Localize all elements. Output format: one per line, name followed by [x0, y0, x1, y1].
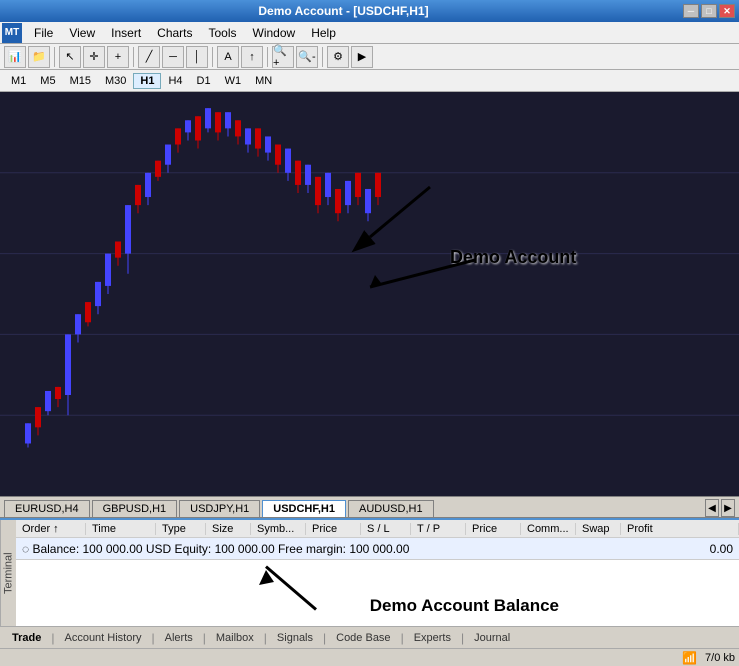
- col-profit: Profit: [621, 523, 739, 535]
- tf-m30[interactable]: M30: [98, 73, 133, 89]
- chart-tab-prev[interactable]: ◀: [705, 499, 719, 517]
- tab-alerts[interactable]: Alerts: [157, 630, 201, 646]
- chart-tabs: EURUSD,H4 GBPUSD,H1 USDJPY,H1 USDCHF,H1 …: [0, 496, 739, 518]
- col-swap: Swap: [576, 523, 621, 535]
- menu-tools[interactable]: Tools: [201, 24, 245, 42]
- tab-account-history[interactable]: Account History: [56, 630, 149, 646]
- toolbar-sep-3: [212, 47, 213, 67]
- window-title: Demo Account - [USDCHF,H1]: [4, 4, 683, 18]
- vline-btn[interactable]: │: [186, 46, 208, 68]
- terminal-content: Order ↑ Time Type Size Symb... Price S /…: [16, 520, 739, 626]
- line-tool-btn[interactable]: ╱: [138, 46, 160, 68]
- window-controls: ─ □ ✕: [683, 4, 735, 18]
- terminal-label: Terminal: [0, 520, 16, 626]
- col-price2: Price: [466, 523, 521, 535]
- col-type: Type: [156, 523, 206, 535]
- tf-h1[interactable]: H1: [133, 73, 161, 89]
- zoom-chart-out-btn[interactable]: 🔍-: [296, 46, 318, 68]
- close-button[interactable]: ✕: [719, 4, 735, 18]
- col-comm: Comm...: [521, 523, 576, 535]
- timeframe-bar: M1 M5 M15 M30 H1 H4 D1 W1 MN: [0, 70, 739, 92]
- status-bar: 📶 7/0 kb: [0, 648, 739, 666]
- maximize-button[interactable]: □: [701, 4, 717, 18]
- data-usage: 7/0 kb: [705, 652, 735, 664]
- tab-code-base[interactable]: Code Base: [328, 630, 398, 646]
- toolbar-sep-4: [267, 47, 268, 67]
- col-time: Time: [86, 523, 156, 535]
- chart-tab-gbpusd[interactable]: GBPUSD,H1: [92, 500, 178, 517]
- demo-account-annotation: Demo Account: [450, 247, 576, 268]
- minimize-button[interactable]: ─: [683, 4, 699, 18]
- terminal-empty-area: Demo Account Balance: [16, 560, 739, 626]
- chart-tab-next[interactable]: ▶: [721, 499, 735, 517]
- menu-insert[interactable]: Insert: [103, 24, 149, 42]
- menu-window[interactable]: Window: [245, 24, 304, 42]
- zoom-in-btn[interactable]: +: [107, 46, 129, 68]
- tab-mailbox[interactable]: Mailbox: [208, 630, 262, 646]
- tf-m5[interactable]: M5: [33, 73, 62, 89]
- chart-fwd-btn[interactable]: ▶: [351, 46, 373, 68]
- menu-file[interactable]: File: [26, 24, 61, 42]
- menu-help[interactable]: Help: [303, 24, 344, 42]
- balance-info: ◌ Balance: 100 000.00 USD Equity: 100 00…: [22, 542, 678, 556]
- demo-account-balance-annotation: Demo Account Balance: [370, 596, 559, 616]
- menu-charts[interactable]: Charts: [149, 24, 200, 42]
- arrow-btn[interactable]: ↑: [241, 46, 263, 68]
- title-bar: Demo Account - [USDCHF,H1] ─ □ ✕: [0, 0, 739, 22]
- tf-mn[interactable]: MN: [248, 73, 279, 89]
- connection-icon: 📶: [682, 651, 697, 665]
- tab-journal[interactable]: Journal: [466, 630, 518, 646]
- col-tp: T / P: [411, 523, 466, 535]
- menu-bar: MT File View Insert Charts Tools Window …: [0, 22, 739, 44]
- chart-tab-eurusd[interactable]: EURUSD,H4: [4, 500, 90, 517]
- text-btn[interactable]: A: [217, 46, 239, 68]
- tab-trade[interactable]: Trade: [4, 630, 49, 646]
- balance-annotation-arrow: [16, 560, 739, 626]
- tab-experts[interactable]: Experts: [406, 630, 459, 646]
- profit-value: 0.00: [678, 542, 733, 556]
- candlestick-chart: [0, 92, 739, 496]
- tf-h4[interactable]: H4: [161, 73, 189, 89]
- tf-m1[interactable]: M1: [4, 73, 33, 89]
- chart-tab-usdchf[interactable]: USDCHF,H1: [262, 500, 346, 517]
- toolbar-sep-2: [133, 47, 134, 67]
- col-price: Price: [306, 523, 361, 535]
- terminal-columns: Order ↑ Time Type Size Symb... Price S /…: [16, 520, 739, 538]
- col-order: Order ↑: [16, 523, 86, 535]
- toolbar: 📊 📁 ↖ ✛ + ╱ ─ │ A ↑ 🔍+ 🔍- ⚙ ▶: [0, 44, 739, 70]
- new-chart-btn[interactable]: 📊: [4, 46, 26, 68]
- col-size: Size: [206, 523, 251, 535]
- chart-tab-usdjpy[interactable]: USDJPY,H1: [179, 500, 260, 517]
- col-symbol: Symb...: [251, 523, 306, 535]
- bottom-tabs: Trade | Account History | Alerts | Mailb…: [0, 626, 739, 648]
- tf-d1[interactable]: D1: [190, 73, 218, 89]
- balance-row: ◌ Balance: 100 000.00 USD Equity: 100 00…: [16, 538, 739, 560]
- prop-btn[interactable]: ⚙: [327, 46, 349, 68]
- chart-tab-audusd[interactable]: AUDUSD,H1: [348, 500, 434, 517]
- app-logo: MT: [2, 23, 22, 43]
- chart-area[interactable]: Demo Account: [0, 92, 739, 496]
- chart-tab-navigation: ◀ ▶: [705, 499, 735, 517]
- cursor-btn[interactable]: ↖: [59, 46, 81, 68]
- hline-btn[interactable]: ─: [162, 46, 184, 68]
- toolbar-sep-5: [322, 47, 323, 67]
- tf-m15[interactable]: M15: [63, 73, 98, 89]
- open-btn[interactable]: 📁: [28, 46, 50, 68]
- crosshair-btn[interactable]: ✛: [83, 46, 105, 68]
- tf-w1[interactable]: W1: [218, 73, 249, 89]
- zoom-chart-btn[interactable]: 🔍+: [272, 46, 294, 68]
- col-sl: S / L: [361, 523, 411, 535]
- menu-view[interactable]: View: [61, 24, 103, 42]
- tab-signals[interactable]: Signals: [269, 630, 321, 646]
- terminal-section: Terminal Order ↑ Time Type Size Symb... …: [0, 518, 739, 648]
- toolbar-sep-1: [54, 47, 55, 67]
